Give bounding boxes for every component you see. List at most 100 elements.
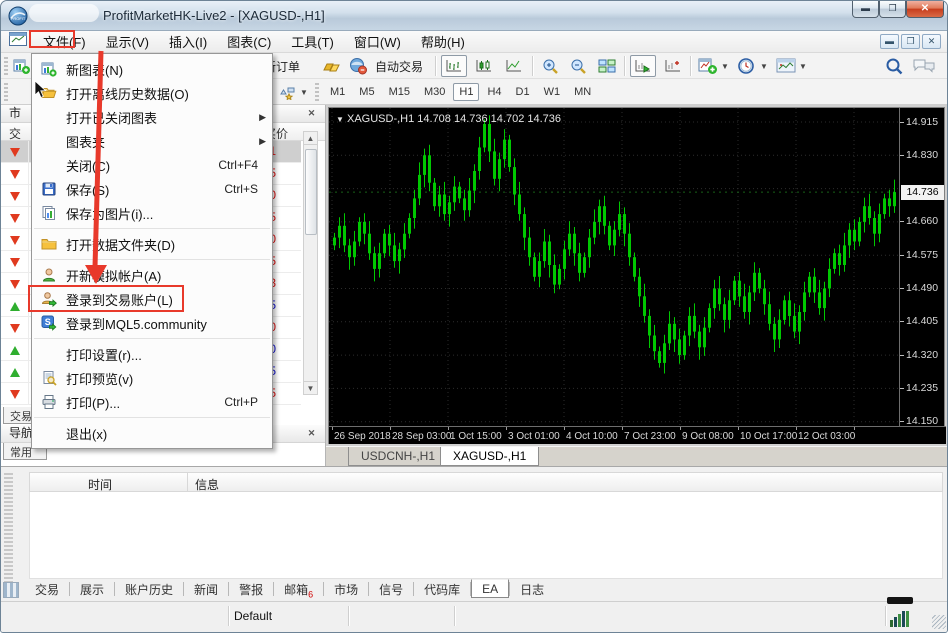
chart-plot-area[interactable]: ▼ XAGUSD-,H1 14.708 14.736 14.702 14.736 [329, 108, 899, 426]
close-icon[interactable]: ✕ [305, 427, 318, 440]
submenu-arrow-icon: ▶ [259, 136, 266, 147]
search-icon[interactable] [882, 55, 906, 77]
chart-shift-button[interactable] [660, 55, 686, 77]
periods-clock-button[interactable] [734, 55, 760, 77]
time-tick-mark [390, 427, 391, 430]
timeframe-mn[interactable]: MN [568, 83, 597, 101]
toolbar-grip[interactable] [4, 57, 8, 75]
child-minimize-button[interactable]: ▬ [880, 34, 899, 49]
menu-item-i[interactable]: 保存为图片(i)... [32, 201, 272, 225]
indicators-dropdown-caret[interactable]: ▼ [720, 55, 730, 77]
terminal-tab-[interactable]: 警报 [229, 579, 273, 598]
terminal-content[interactable] [29, 492, 943, 579]
child-close-button[interactable]: ✕ [922, 34, 941, 49]
tile-windows-button[interactable] [594, 55, 620, 77]
time-scale[interactable]: 26 Sep 201828 Sep 03:001 Oct 15:003 Oct … [329, 426, 946, 444]
bar-chart-button[interactable] [441, 55, 467, 77]
menu-window[interactable]: 窗口(W) [344, 30, 411, 53]
zoom-in-button[interactable] [538, 55, 564, 77]
terminal-tab-[interactable]: 交易 [25, 579, 69, 598]
column-divider[interactable] [187, 473, 188, 492]
new-chart-button[interactable] [11, 55, 33, 77]
gold-ingot-icon[interactable] [321, 55, 345, 77]
menu-item-s[interactable]: 保存(S)Ctrl+S [32, 177, 272, 201]
menu-tools[interactable]: 工具(T) [281, 30, 344, 53]
connection-status-icon[interactable] [890, 610, 914, 627]
terminal-tab-[interactable]: 邮箱6 [274, 579, 323, 598]
menu-help[interactable]: 帮助(H) [411, 30, 475, 53]
timeframe-h1[interactable]: H1 [453, 83, 479, 101]
menu-item-v[interactable]: 打印预览(v) [32, 366, 272, 390]
menu-item-[interactable]: 图表夹▶ [32, 129, 272, 153]
price-tick-label: 14.490 [906, 282, 938, 294]
terminal-tab-[interactable]: 代码库 [414, 579, 470, 598]
menu-item-c[interactable]: 关闭(C)Ctrl+F4 [32, 153, 272, 177]
terminal-tab-[interactable]: 日志 [510, 579, 554, 598]
menu-view[interactable]: 显示(V) [96, 30, 159, 53]
terminal-tab-[interactable]: 账户历史 [115, 579, 183, 598]
timeframe-m15[interactable]: M15 [383, 83, 416, 101]
timeframe-w1[interactable]: W1 [538, 83, 567, 101]
file-menu-dropdown: 新图表(N)打开离线历史数据(O)打开已关闭图表▶图表夹▶关闭(C)Ctrl+F… [31, 53, 273, 449]
menu-item-d[interactable]: 打开数据文件夹(D) [32, 232, 272, 256]
indicators-button[interactable] [695, 55, 721, 77]
menu-charts[interactable]: 图表(C) [217, 30, 281, 53]
menu-item-r[interactable]: 打印设置(r)... [32, 342, 272, 366]
timeframe-d1[interactable]: D1 [510, 83, 536, 101]
auto-trading-icon[interactable] [347, 55, 369, 77]
menu-item-a[interactable]: 开新模拟帐户(A) [32, 263, 272, 287]
terminal-grip[interactable] [4, 471, 13, 595]
auto-scroll-button[interactable] [630, 55, 656, 77]
symbol-column-header[interactable]: 交 [9, 125, 21, 142]
chat-bubbles-icon[interactable] [909, 55, 939, 77]
chart-tab-usdcnhh1[interactable]: USDCNH-,H1 [348, 447, 448, 466]
price-tick-label: 14.320 [906, 349, 938, 361]
timeframe-m1[interactable]: M1 [324, 83, 351, 101]
objects-button[interactable] [275, 81, 299, 103]
terminal-tab-[interactable]: 信号 [369, 579, 413, 598]
chart-window[interactable]: ▼ XAGUSD-,H1 14.708 14.736 14.702 14.736… [328, 107, 945, 444]
menu-item-o[interactable]: 打开离线历史数据(O) [32, 81, 272, 105]
objects-dropdown-caret[interactable]: ▼ [299, 81, 309, 103]
close-icon[interactable]: ✕ [305, 107, 318, 120]
scrollbar-thumb[interactable] [305, 149, 317, 235]
price-scale[interactable]: 14.91514.83014.66014.57514.49014.40514.3… [899, 108, 944, 426]
auto-trading-button[interactable]: 自动交易 [369, 55, 429, 77]
child-restore-button[interactable]: ❐ [901, 34, 920, 49]
timeframe-m30[interactable]: M30 [418, 83, 451, 101]
message-column-header[interactable]: 信息 [195, 476, 219, 493]
templates-dropdown-caret[interactable]: ▼ [798, 55, 808, 77]
menu-item-[interactable]: 打开已关闭图表▶ [32, 105, 272, 129]
scroll-up-button[interactable]: ▲ [303, 131, 318, 145]
restore-button[interactable]: ❐ [879, 1, 906, 18]
menu-item-x[interactable]: 退出(x) [32, 421, 272, 445]
terminal-tab-ea[interactable]: EA [471, 579, 509, 598]
data-folder-icon [32, 236, 66, 252]
time-column-header[interactable]: 时间 [88, 476, 112, 493]
scrollbar-track[interactable] [303, 145, 318, 381]
scroll-down-button[interactable]: ▼ [303, 381, 318, 395]
toolbar-grip[interactable] [4, 83, 8, 101]
symbol-icon-cell [1, 207, 29, 229]
templates-button[interactable] [773, 55, 799, 77]
terminal-tab-[interactable]: 展示 [70, 579, 114, 598]
chart-tab-xagusdh1[interactable]: XAGUSD-,H1 [440, 447, 539, 466]
resize-grip[interactable] [932, 615, 946, 629]
line-chart-button[interactable] [501, 55, 527, 77]
timeframe-h4[interactable]: H4 [481, 83, 507, 101]
menu-insert[interactable]: 插入(I) [159, 30, 217, 53]
close-button[interactable]: ✕ [906, 1, 944, 18]
timeframe-m5[interactable]: M5 [353, 83, 380, 101]
periods-dropdown-caret[interactable]: ▼ [759, 55, 769, 77]
terminal-tab-[interactable]: 新闻 [184, 579, 228, 598]
menu-item-n[interactable]: 新图表(N) [32, 57, 272, 81]
menu-item-p[interactable]: 打印(P)...Ctrl+P [32, 390, 272, 414]
minimize-button[interactable]: ▬ [852, 1, 879, 18]
profile-name[interactable]: Default [234, 609, 272, 623]
candlestick-chart-button[interactable] [471, 55, 497, 77]
zoom-out-button[interactable] [566, 55, 592, 77]
terminal-tab-[interactable]: 市场 [324, 579, 368, 598]
quick-panel-icon[interactable] [3, 582, 19, 598]
toolbar-grip[interactable] [315, 83, 319, 101]
menu-item-mql5community[interactable]: S登录到MQL5.community [32, 311, 272, 335]
